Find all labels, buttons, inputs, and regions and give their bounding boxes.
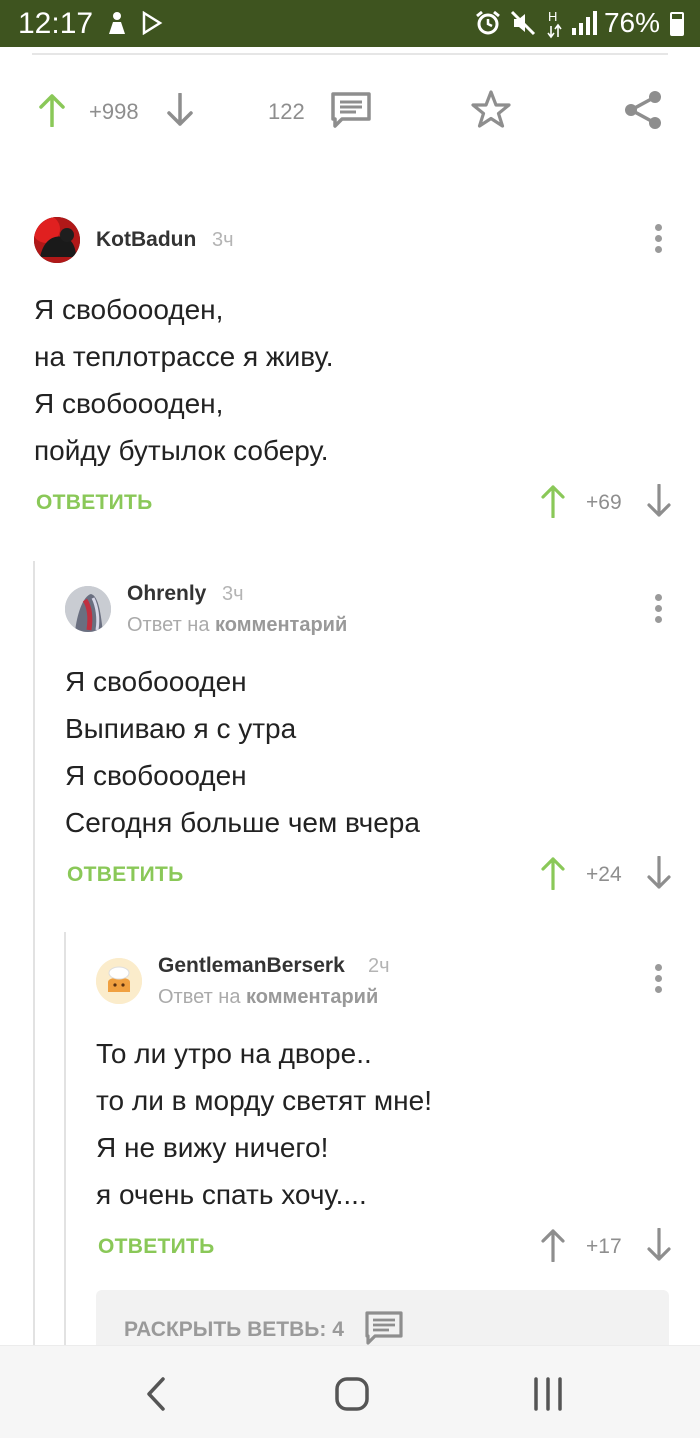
more-options-icon[interactable] bbox=[655, 594, 663, 624]
reply-to-prefix: Ответ на bbox=[158, 986, 241, 1008]
upvote-icon[interactable] bbox=[38, 93, 66, 127]
back-icon[interactable] bbox=[143, 1376, 169, 1412]
battery-icon bbox=[670, 12, 684, 36]
reply-to-prefix: Ответ на bbox=[127, 614, 210, 636]
signal-icon bbox=[572, 11, 597, 35]
post-rating: +998 bbox=[89, 99, 139, 124]
downvote-icon[interactable] bbox=[646, 856, 672, 890]
expand-branch-label: РАСКРЫТЬ ВЕТВЬ: 4 bbox=[124, 1318, 344, 1341]
comments-feed: KotBadun 3ч Я свобоооден, на теплотрассе… bbox=[0, 165, 700, 1345]
downvote-icon[interactable] bbox=[646, 484, 672, 518]
avatar[interactable] bbox=[34, 217, 80, 263]
comment-author[interactable]: GentlemanBerserk bbox=[158, 954, 345, 978]
battery-percent: 76% bbox=[603, 7, 660, 38]
svg-text:H: H bbox=[548, 9, 557, 24]
comment-time: 2ч bbox=[368, 955, 390, 977]
comment-line: То ли утро на дворе.. bbox=[96, 1038, 372, 1069]
status-bar: 12:17 H 76% bbox=[0, 0, 700, 47]
comment-line: Сегодня больше чем вчера bbox=[65, 807, 420, 838]
comment-line: Я свобоооден bbox=[65, 666, 247, 697]
comment-line: Выпиваю я с утра bbox=[65, 713, 297, 744]
avatar[interactable] bbox=[65, 586, 111, 632]
reply-button[interactable]: ОТВЕТИТЬ bbox=[98, 1235, 215, 1259]
mute-icon bbox=[510, 10, 536, 36]
comment-time: 3ч bbox=[212, 229, 234, 251]
comment-author[interactable]: KotBadun bbox=[96, 228, 196, 252]
comments-icon bbox=[365, 1311, 403, 1345]
comment-line: Я свобоооден, bbox=[34, 294, 224, 325]
reply-to-link[interactable]: комментарий bbox=[215, 614, 347, 636]
more-options-icon[interactable] bbox=[655, 224, 663, 254]
divider bbox=[32, 53, 668, 55]
comment-line: я очень спать хочу.... bbox=[96, 1179, 367, 1210]
comment-line: Я не вижу ничего! bbox=[96, 1132, 329, 1163]
upvote-icon[interactable] bbox=[540, 1228, 566, 1262]
status-time: 12:17 bbox=[18, 7, 94, 40]
comment-time: 3ч bbox=[222, 583, 244, 605]
reply-to-info: Ответ на комментарий bbox=[158, 986, 378, 1009]
comment-score: +17 bbox=[586, 1235, 622, 1258]
comments-icon[interactable] bbox=[330, 91, 372, 129]
reply-to-info: Ответ на комментарий bbox=[127, 614, 347, 637]
downvote-icon[interactable] bbox=[646, 1228, 672, 1262]
alarm-icon bbox=[476, 10, 500, 35]
comment-score: +24 bbox=[586, 863, 622, 886]
comment-line: Я свобоооден bbox=[65, 760, 247, 791]
comment-line: то ли в морду светят мне! bbox=[96, 1085, 432, 1116]
comment-line: пойду бутылок соберу. bbox=[34, 435, 329, 466]
comment-line: Я свобоооден, bbox=[34, 388, 224, 419]
post-action-bar: +998 122 bbox=[0, 47, 700, 165]
system-nav-bar bbox=[0, 1345, 700, 1438]
play-store-icon bbox=[142, 11, 163, 35]
comment-score: +69 bbox=[586, 491, 622, 514]
reply-button[interactable]: ОТВЕТИТЬ bbox=[36, 491, 153, 515]
data-h-icon: H bbox=[547, 9, 562, 39]
reply-button[interactable]: ОТВЕТИТЬ bbox=[67, 863, 184, 887]
comment-author[interactable]: Ohrenly bbox=[127, 582, 206, 606]
avatar[interactable] bbox=[96, 958, 142, 1004]
share-icon[interactable] bbox=[622, 89, 664, 131]
star-icon[interactable] bbox=[470, 89, 512, 129]
more-options-icon[interactable] bbox=[655, 964, 663, 994]
reply-to-link[interactable]: комментарий bbox=[246, 986, 378, 1008]
expand-branch-button[interactable]: РАСКРЫТЬ ВЕТВЬ: 4 bbox=[96, 1290, 669, 1345]
downvote-icon[interactable] bbox=[166, 93, 194, 127]
upvote-icon[interactable] bbox=[540, 484, 566, 518]
thread-line bbox=[64, 932, 66, 1345]
comment-line: на теплотрассе я живу. bbox=[34, 341, 334, 372]
comments-count: 122 bbox=[268, 99, 305, 124]
upvote-icon[interactable] bbox=[540, 856, 566, 890]
thread-line bbox=[33, 561, 35, 1345]
home-icon[interactable] bbox=[334, 1376, 370, 1412]
recents-icon[interactable] bbox=[530, 1376, 566, 1412]
person-icon bbox=[109, 12, 125, 34]
